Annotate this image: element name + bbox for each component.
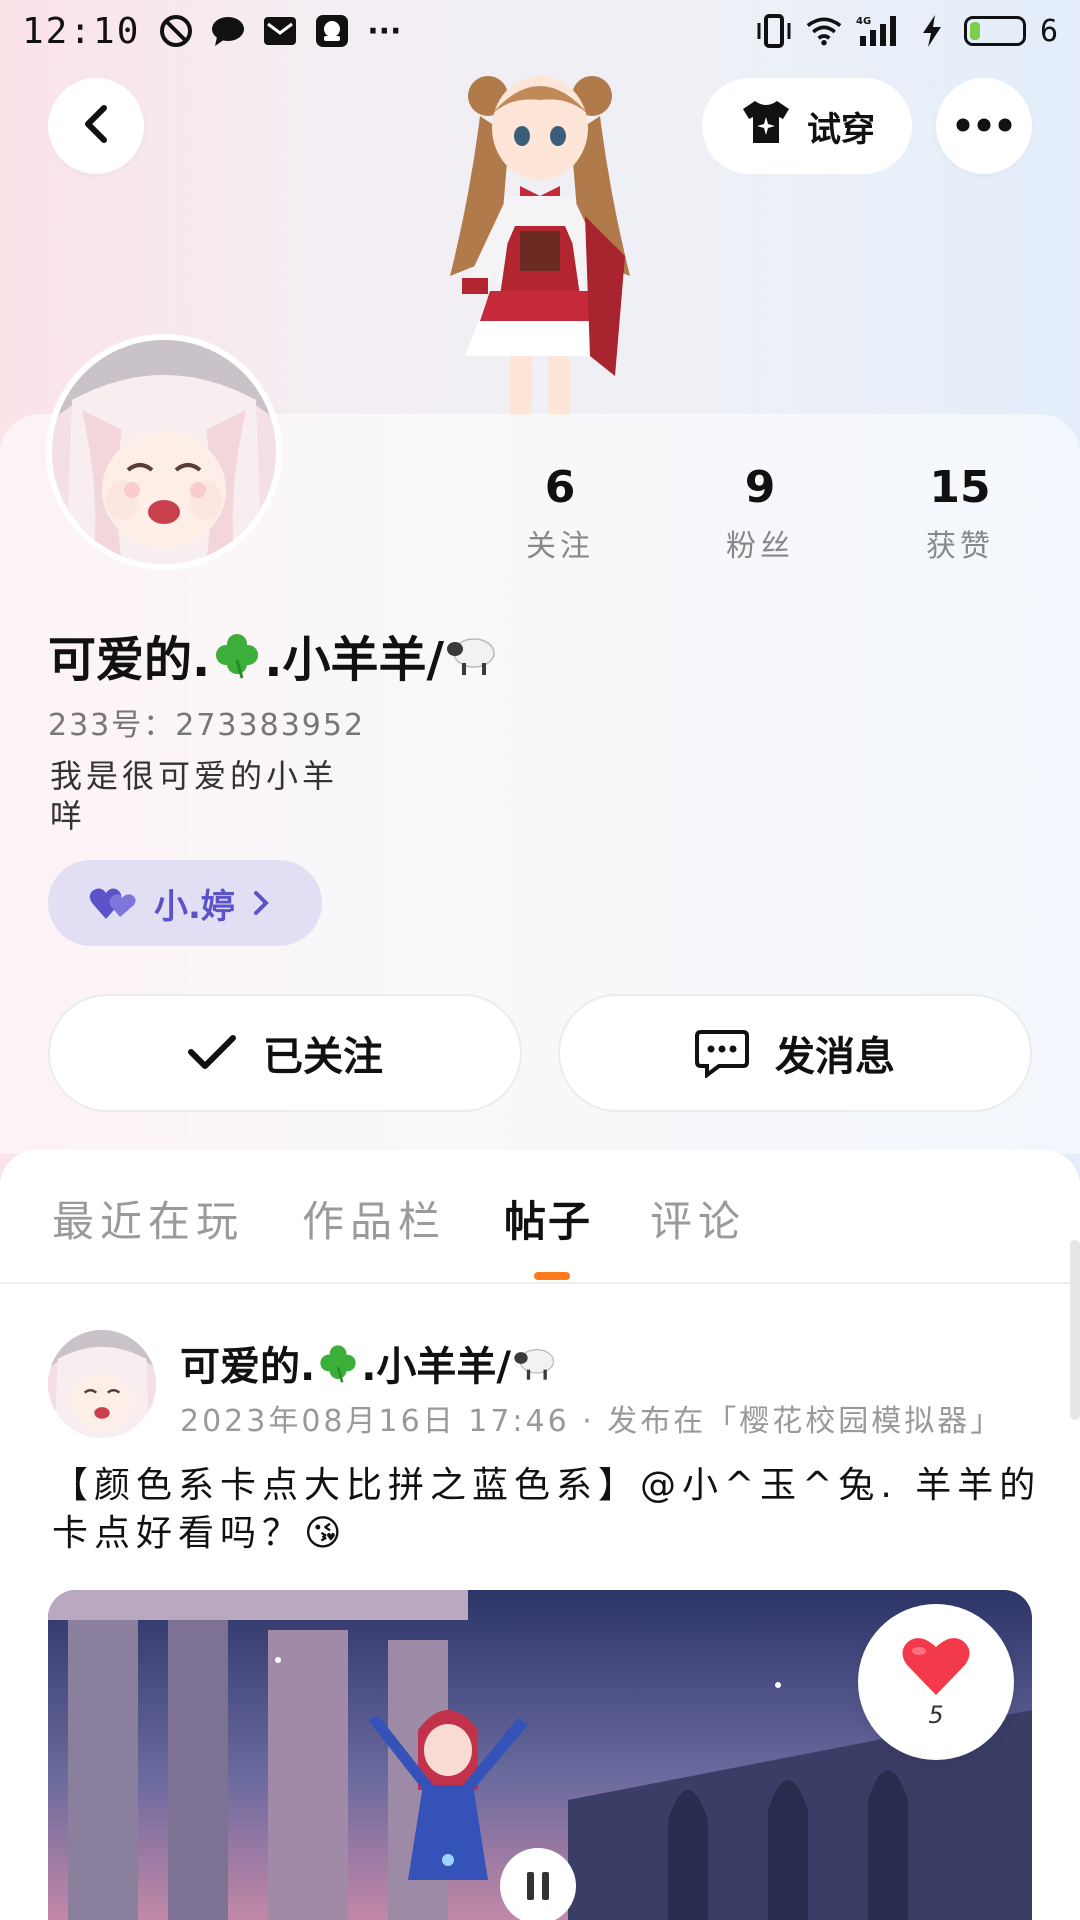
wifi-icon (806, 13, 842, 49)
sheep-icon (513, 1343, 559, 1383)
stat-likes[interactable]: 15 获赞 (880, 462, 1040, 565)
character-figure (410, 56, 670, 416)
stat-label: 粉丝 (726, 529, 794, 564)
scrollbar[interactable] (1070, 1240, 1080, 1420)
back-arrow-icon (78, 104, 114, 148)
battery-icon (963, 16, 1026, 46)
post-author-name[interactable]: 可爱的. .小羊羊/ (180, 1334, 559, 1392)
chat-bubble-icon (210, 13, 246, 49)
vibrate-icon (756, 13, 792, 49)
tab-works[interactable]: 作品栏 (302, 1188, 446, 1249)
cp-tag-label: 小.婷 (154, 886, 235, 927)
username-suffix: .小羊羊/ (264, 632, 445, 688)
try-on-button[interactable]: 试穿 (702, 78, 912, 174)
profile-avatar[interactable] (46, 334, 282, 570)
cp-tag[interactable]: 小.婷 (48, 860, 322, 946)
tab-divider (0, 1282, 1080, 1284)
tab-posts[interactable]: 帖子 (504, 1188, 592, 1249)
ellipsis-icon (956, 117, 1012, 136)
svg-text:4G: 4G (856, 16, 871, 27)
like-button[interactable]: 5 (858, 1604, 1014, 1760)
pause-button[interactable] (500, 1848, 576, 1920)
followed-label: 已关注 (263, 1034, 383, 1080)
status-bar: 12:10 ··· 4G 6 (0, 0, 1080, 62)
stat-value: 15 (929, 462, 991, 513)
post-video[interactable]: 5 (48, 1590, 1032, 1920)
author-prefix: 可爱的. (180, 1344, 316, 1390)
profile-tabs: 最近在玩 作品栏 帖子 评论 (52, 1188, 804, 1249)
stat-value: 9 (744, 462, 776, 513)
profile-stats: 6 关注 9 粉丝 15 获赞 (480, 462, 1040, 565)
like-count: 5 (928, 1701, 944, 1729)
stat-label: 关注 (526, 529, 594, 564)
message-bubble-icon (695, 1028, 749, 1078)
system-status: 4G 6 (756, 13, 1058, 49)
chevron-right-icon (251, 889, 271, 917)
stat-label: 获赞 (926, 529, 994, 564)
clover-icon (212, 630, 262, 680)
heart-icon (901, 1635, 971, 1697)
tab-comments[interactable]: 评论 (650, 1188, 746, 1249)
post-author-avatar[interactable] (48, 1330, 156, 1438)
author-suffix: .小羊羊/ (361, 1344, 512, 1390)
try-on-label: 试穿 (807, 109, 875, 150)
followed-button[interactable]: 已关注 (48, 994, 522, 1112)
message-label: 发消息 (775, 1034, 895, 1080)
do-not-disturb-icon (158, 13, 194, 49)
tshirt-sparkle-icon (739, 99, 793, 154)
app-notification-icon (314, 13, 350, 49)
post-meta: 2023年08月16日 17:46 · 发布在「樱花校园模拟器」 (180, 1404, 1004, 1439)
pause-icon (525, 1870, 551, 1902)
battery-level: 6 (1039, 13, 1058, 49)
profile-bio: 我是很可爱的小羊咩 (50, 757, 339, 835)
message-button[interactable]: 发消息 (558, 994, 1032, 1112)
notification-icons: ··· (158, 13, 402, 49)
back-button[interactable] (48, 78, 144, 174)
more-notifications-icon: ··· (367, 13, 402, 49)
status-time: 12:10 (22, 10, 141, 52)
username-prefix: 可爱的. (48, 632, 211, 688)
mail-icon (262, 13, 298, 49)
active-tab-indicator (534, 1272, 570, 1280)
user-id: 233号：273383952 (48, 708, 366, 743)
profile-username: 可爱的. .小羊羊/ (48, 620, 500, 690)
signal-icon: 4G (856, 13, 900, 49)
tab-recently-played[interactable]: 最近在玩 (52, 1188, 244, 1249)
post-text[interactable]: 【颜色系卡点大比拼之蓝色系】@小^玉^兔. 羊羊的卡点好看吗？😘 (52, 1462, 1042, 1558)
clover-icon (317, 1342, 359, 1384)
stat-following[interactable]: 6 关注 (480, 462, 640, 565)
charging-icon (914, 13, 950, 49)
double-heart-icon (88, 885, 138, 921)
stat-value: 6 (544, 462, 576, 513)
sheep-icon (446, 631, 500, 679)
more-options-button[interactable] (936, 78, 1032, 174)
content-panel: 最近在玩 作品栏 帖子 评论 可爱的. .小羊羊/ 2023年08月16日 17… (0, 1150, 1080, 1920)
stat-followers[interactable]: 9 粉丝 (680, 462, 840, 565)
check-icon (187, 1034, 237, 1072)
